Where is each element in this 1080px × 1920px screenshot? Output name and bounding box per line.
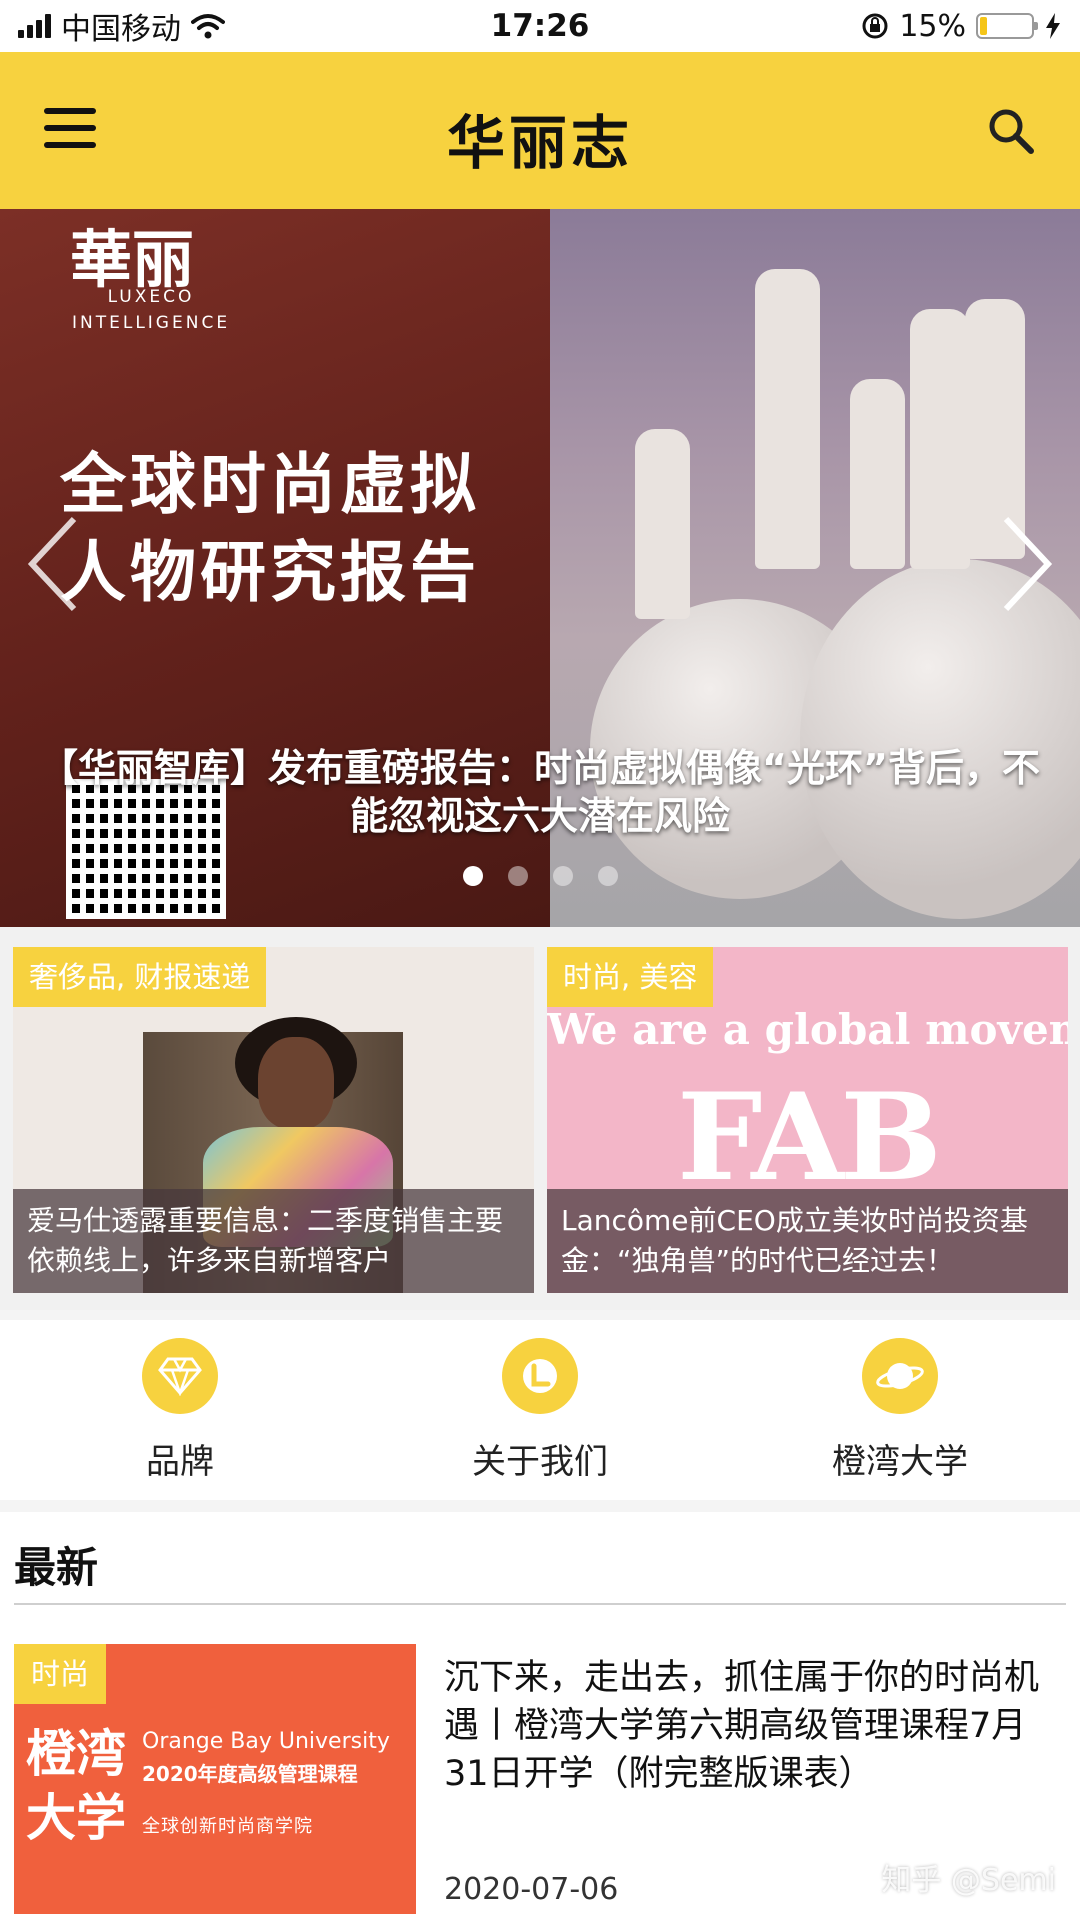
nav-about-us[interactable]: 关于我们 (360, 1320, 720, 1500)
carousel-dots (0, 866, 1080, 886)
statue-figure (755, 269, 820, 569)
slide-headline-line-1: 全球时尚虚拟 (60, 446, 480, 523)
carousel-dot[interactable] (462, 866, 483, 886)
luxeco-logo-sub: LUXECO INTELLIGENCE (72, 284, 230, 336)
nav-label: 橙湾大学 (832, 1442, 968, 1482)
battery-percent: 15% (899, 8, 966, 44)
about-icon (502, 1338, 578, 1414)
planet-icon (862, 1338, 938, 1414)
nav-label: 品牌 (146, 1442, 214, 1482)
article-thumbnail: 橙湾大学 Orange Bay University 2020年度高级管理课程 … (14, 1644, 416, 1914)
status-right: 15% (861, 9, 1062, 44)
rotation-lock-icon (862, 13, 888, 39)
status-left: 中国移动 (18, 4, 225, 48)
hero-carousel[interactable]: 華丽 LUXECO INTELLIGENCE 全球时尚虚拟 人物研究报告 【华丽… (0, 209, 1080, 927)
card-title: 爱马仕透露重要信息：二季度销售主要依赖线上，许多来自新增客户 (13, 1189, 534, 1293)
section-heading: 最新 (14, 1543, 99, 1592)
app-title: 华丽志 (446, 109, 633, 177)
carousel-dot[interactable] (597, 866, 618, 886)
nav-label: 关于我们 (472, 1442, 608, 1482)
slide-headline: 全球时尚虚拟 人物研究报告 (60, 441, 540, 617)
watermark: 知乎 @Semi (881, 1863, 1056, 1898)
thumb-english-text: Orange Bay University 2020年度高级管理课程 (142, 1726, 390, 1791)
thumb-big-text: 橙湾大学 (26, 1722, 136, 1850)
card-image-face (258, 1037, 334, 1129)
search-icon[interactable] (986, 106, 1036, 156)
nav-orange-bay-university[interactable]: 橙湾大学 (720, 1320, 1080, 1500)
divider (14, 1603, 1066, 1605)
signal-icon (18, 14, 51, 38)
card-image-fab-logo: FAB (677, 1067, 942, 1208)
statue-figure (910, 309, 970, 569)
card-title: Lancôme前CEO成立美妆时尚投资基金：“独角兽”的时代已经过去！ (547, 1189, 1068, 1293)
carousel-dot[interactable] (507, 866, 528, 886)
statue-figure (850, 379, 905, 569)
statue-figure (635, 429, 690, 619)
article-title: 沉下来，走出去，抓住属于你的时尚机遇丨橙湾大学第六期高级管理课程7月31日开学（… (444, 1658, 1040, 1794)
carousel-caption[interactable]: 【华丽智库】发布重磅报告：时尚虚拟偶像“光环”背后，不能忽视这六大潜在风险 (40, 744, 1040, 840)
battery-icon (976, 13, 1038, 39)
thumb-subtitle: 全球创新时尚商学院 (142, 1816, 313, 1837)
logo-sub-line-1: LUXECO (107, 287, 195, 307)
carousel-prev-icon[interactable] (24, 514, 84, 614)
diamond-icon (142, 1338, 218, 1414)
app-header: 华丽志 (0, 52, 1080, 209)
article-date: 2020-07-06 (444, 1872, 619, 1907)
carousel-next-icon[interactable] (996, 514, 1056, 614)
quick-nav: 品牌 关于我们 橙湾大学 (0, 1320, 1080, 1500)
article-card-lancome[interactable]: We are a global movement FAB 时尚, 美容 Lanc… (547, 947, 1068, 1293)
status-bar: 中国移动 17:26 15% (0, 0, 1080, 52)
logo-sub-line-2: INTELLIGENCE (72, 313, 231, 333)
thumb-big-text-value: 橙湾大学 (26, 1725, 126, 1847)
charging-icon (1046, 13, 1060, 39)
card-tag: 时尚, 美容 (547, 947, 714, 1007)
clock: 17:26 (490, 8, 590, 44)
thumb-en-line-2: 2020年度高级管理课程 (142, 1762, 358, 1786)
wifi-icon (191, 14, 225, 39)
nav-brands[interactable]: 品牌 (0, 1320, 360, 1500)
carousel-dot[interactable] (552, 866, 573, 886)
slide-headline-line-2: 人物研究报告 (60, 534, 480, 611)
featured-cards: 奢侈品, 财报速递 爱马仕透露重要信息：二季度销售主要依赖线上，许多来自新增客户… (0, 927, 1080, 1310)
article-card-hermes[interactable]: 奢侈品, 财报速递 爱马仕透露重要信息：二季度销售主要依赖线上，许多来自新增客户 (13, 947, 534, 1293)
card-image-slogan: We are a global movement (547, 1005, 1068, 1054)
carrier-label: 中国移动 (61, 12, 181, 47)
article-tag: 时尚 (14, 1644, 106, 1704)
thumb-en-line-1: Orange Bay University (142, 1729, 390, 1754)
card-tag: 奢侈品, 财报速递 (13, 947, 267, 1007)
